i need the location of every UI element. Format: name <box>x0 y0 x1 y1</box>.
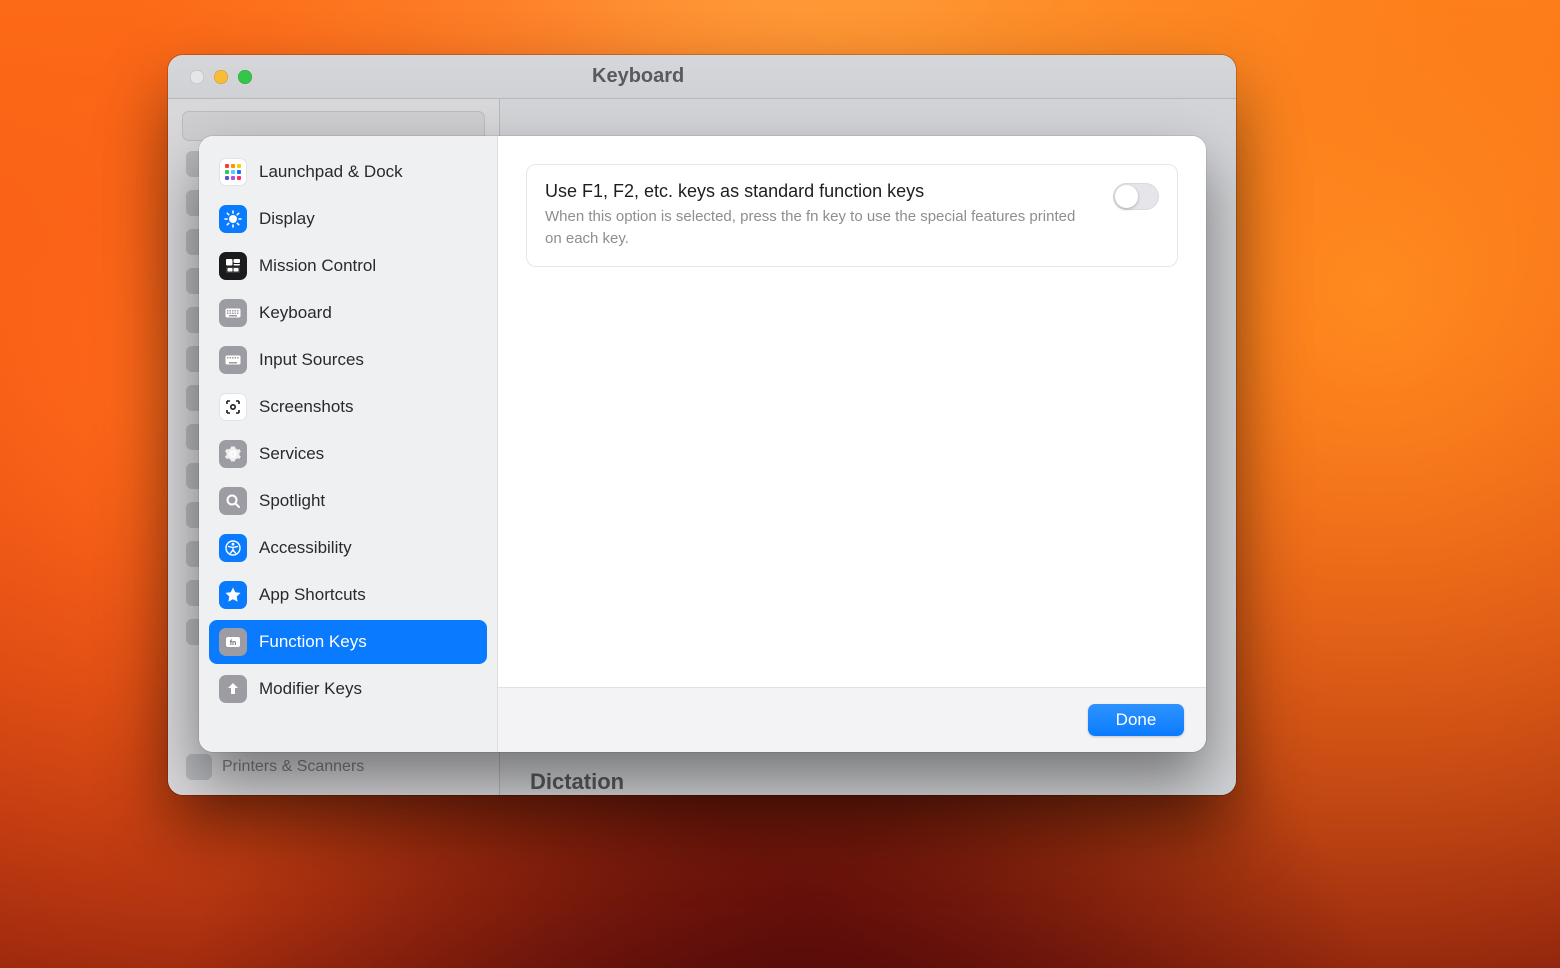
fn-keys-toggle[interactable] <box>1113 183 1159 210</box>
sheet-footer: Done <box>498 687 1206 752</box>
sidebar-item-label: Keyboard <box>259 303 332 323</box>
bg-section-dictation: Dictation <box>530 769 1206 795</box>
sidebar-item-services[interactable]: Services <box>209 432 487 476</box>
desktop-wallpaper: Keyboard Printers & Scanner <box>0 0 1560 968</box>
sidebar-item-label: Screenshots <box>259 397 354 417</box>
sidebar-item-mission-control[interactable]: Mission Control <box>209 244 487 288</box>
setting-title: Use F1, F2, etc. keys as standard functi… <box>545 181 1093 202</box>
sidebar-item-launchpad[interactable]: Launchpad & Dock <box>209 150 487 194</box>
sidebar-item-label: App Shortcuts <box>259 585 366 605</box>
sheet-sidebar: Launchpad & Dock Display <box>199 136 498 752</box>
sidebar-item-label: Launchpad & Dock <box>259 162 403 182</box>
sidebar-item-screenshots[interactable]: Screenshots <box>209 385 487 429</box>
sidebar-item-function-keys[interactable]: fn Function Keys <box>209 620 487 664</box>
sidebar-item-label: Services <box>259 444 324 464</box>
sidebar-item-label: Display <box>259 209 315 229</box>
sidebar-item-label: Spotlight <box>259 491 325 511</box>
sidebar-item-modifier-keys[interactable]: Modifier Keys <box>209 667 487 711</box>
sidebar-item-app-shortcuts[interactable]: App Shortcuts <box>209 573 487 617</box>
sidebar-item-label: Accessibility <box>259 538 352 558</box>
window-traffic-lights <box>190 70 252 84</box>
svg-text:fn: fn <box>230 640 237 647</box>
setting-description: When this option is selected, press the … <box>545 206 1093 250</box>
services-icon <box>219 440 247 468</box>
function-keys-setting-row: Use F1, F2, etc. keys as standard functi… <box>526 164 1178 267</box>
sidebar-item-label: Mission Control <box>259 256 376 276</box>
sidebar-item-keyboard[interactable]: Keyboard <box>209 291 487 335</box>
modifier-keys-icon <box>219 675 247 703</box>
sidebar-item-spotlight[interactable]: Spotlight <box>209 479 487 523</box>
sheet-content: Use F1, F2, etc. keys as standard functi… <box>498 136 1206 687</box>
keyboard-shortcuts-sheet: Launchpad & Dock Display <box>199 136 1206 752</box>
zoom-window-button[interactable] <box>238 70 252 84</box>
sidebar-item-input-sources[interactable]: Input Sources <box>209 338 487 382</box>
close-window-button[interactable] <box>190 70 204 84</box>
input-sources-icon <box>219 346 247 374</box>
sidebar-item-label: Input Sources <box>259 350 364 370</box>
function-keys-icon: fn <box>219 628 247 656</box>
window-title: Keyboard <box>592 65 684 88</box>
window-titlebar: Keyboard <box>168 55 1236 99</box>
bg-sidebar-item-printers: Printers & Scanners <box>222 758 364 776</box>
screenshots-icon <box>219 393 247 421</box>
sidebar-item-label: Function Keys <box>259 632 367 652</box>
done-button[interactable]: Done <box>1088 704 1184 736</box>
accessibility-icon <box>219 534 247 562</box>
sidebar-item-display[interactable]: Display <box>209 197 487 241</box>
display-icon <box>219 205 247 233</box>
launchpad-icon <box>219 158 247 186</box>
spotlight-icon <box>219 487 247 515</box>
app-shortcuts-icon <box>219 581 247 609</box>
mission-control-icon <box>219 252 247 280</box>
sidebar-item-label: Modifier Keys <box>259 679 362 699</box>
keyboard-icon <box>219 299 247 327</box>
sidebar-item-accessibility[interactable]: Accessibility <box>209 526 487 570</box>
minimize-window-button[interactable] <box>214 70 228 84</box>
